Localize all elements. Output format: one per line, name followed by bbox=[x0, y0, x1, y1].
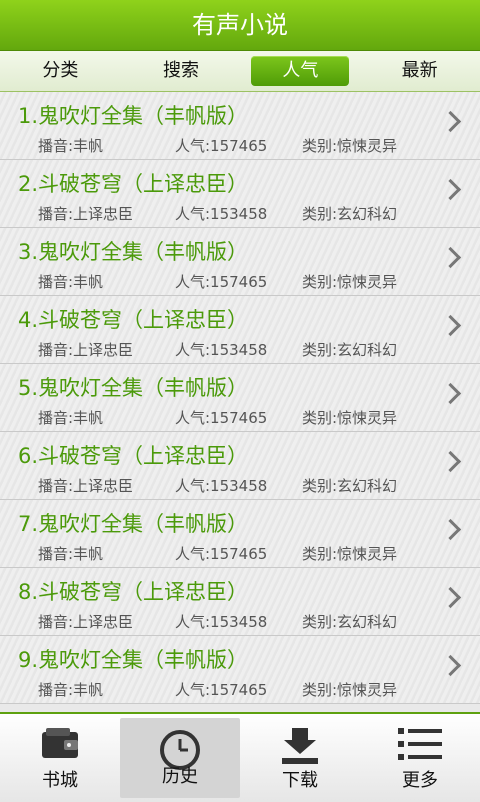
wallet-icon bbox=[42, 728, 78, 758]
novel-title: 1.鬼吹灯全集（丰帆版） bbox=[18, 104, 249, 128]
list-item[interactable]: 7.鬼吹灯全集（丰帆版） 播音:丰帆 人气:157465 类别:惊悚灵异 bbox=[0, 500, 480, 568]
nav-label: 历史 bbox=[162, 766, 198, 787]
chevron-right-icon bbox=[439, 382, 462, 405]
nav-bookstore[interactable]: 书城 bbox=[0, 714, 120, 802]
novel-title: 5.鬼吹灯全集（丰帆版） bbox=[18, 376, 249, 400]
narrator-label: 播音:丰帆 bbox=[38, 681, 104, 699]
narrator-label: 播音:丰帆 bbox=[38, 409, 104, 427]
chevron-right-icon bbox=[439, 314, 462, 337]
popularity-label: 人气:157465 bbox=[175, 681, 268, 699]
popularity-label: 人气:157465 bbox=[175, 545, 268, 563]
list-item[interactable]: 9.鬼吹灯全集（丰帆版） 播音:丰帆 人气:157465 类别:惊悚灵异 bbox=[0, 636, 480, 704]
novel-title: 9.鬼吹灯全集（丰帆版） bbox=[18, 648, 249, 672]
narrator-label: 播音:上译忠臣 bbox=[38, 613, 134, 631]
chevron-right-icon bbox=[439, 178, 462, 201]
list-item[interactable]: 4.斗破苍穹（上译忠臣） 播音:上译忠臣 人气:153458 类别:玄幻科幻 bbox=[0, 296, 480, 364]
popularity-label: 人气:157465 bbox=[175, 409, 268, 427]
novel-title: 4.斗破苍穹（上译忠臣） bbox=[18, 308, 249, 332]
popularity-label: 人气:157465 bbox=[175, 273, 268, 291]
narrator-label: 播音:丰帆 bbox=[38, 545, 104, 563]
list-item[interactable]: 2.斗破苍穹（上译忠臣） 播音:上译忠臣 人气:153458 类别:玄幻科幻 bbox=[0, 160, 480, 228]
nav-label: 下载 bbox=[282, 770, 318, 791]
nav-more[interactable]: 更多 bbox=[360, 714, 480, 802]
list-icon bbox=[398, 728, 442, 760]
category-label: 类别:惊悚灵异 bbox=[302, 409, 398, 427]
category-label: 类别:玄幻科幻 bbox=[302, 477, 398, 495]
chevron-right-icon bbox=[439, 110, 462, 133]
popularity-label: 人气:153458 bbox=[175, 477, 268, 495]
novel-list[interactable]: 1.鬼吹灯全集（丰帆版） 播音:丰帆 人气:157465 类别:惊悚灵异 2.斗… bbox=[0, 92, 480, 712]
novel-title: 7.鬼吹灯全集（丰帆版） bbox=[18, 512, 249, 536]
chevron-right-icon bbox=[439, 246, 462, 269]
popularity-label: 人气:153458 bbox=[175, 341, 268, 359]
list-item[interactable]: 8.斗破苍穹（上译忠臣） 播音:上译忠臣 人气:153458 类别:玄幻科幻 bbox=[0, 568, 480, 636]
tab-latest[interactable]: 最新 bbox=[359, 56, 480, 86]
app-title: 有声小说 bbox=[192, 11, 288, 39]
category-label: 类别:惊悚灵异 bbox=[302, 545, 398, 563]
popularity-label: 人气:153458 bbox=[175, 205, 268, 223]
list-item[interactable]: 6.斗破苍穹（上译忠臣） 播音:上译忠臣 人气:153458 类别:玄幻科幻 bbox=[0, 432, 480, 500]
tab-search[interactable]: 搜索 bbox=[121, 56, 242, 86]
popularity-label: 人气:153458 bbox=[175, 613, 268, 631]
list-item[interactable]: 1.鬼吹灯全集（丰帆版） 播音:丰帆 人气:157465 类别:惊悚灵异 bbox=[0, 92, 480, 160]
category-label: 类别:惊悚灵异 bbox=[302, 273, 398, 291]
tab-bar: 分类 搜索 人气 最新 bbox=[0, 51, 480, 92]
download-icon bbox=[282, 728, 318, 764]
nav-label: 书城 bbox=[42, 770, 78, 791]
category-label: 类别:玄幻科幻 bbox=[302, 205, 398, 223]
nav-label: 更多 bbox=[402, 770, 438, 791]
chevron-right-icon bbox=[439, 654, 462, 677]
chevron-right-icon bbox=[439, 450, 462, 473]
novel-title: 6.斗破苍穹（上译忠臣） bbox=[18, 444, 249, 468]
nav-download[interactable]: 下载 bbox=[240, 714, 360, 802]
app-title-bar: 有声小说 bbox=[0, 0, 480, 51]
category-label: 类别:惊悚灵异 bbox=[302, 681, 398, 699]
chevron-right-icon bbox=[439, 518, 462, 541]
narrator-label: 播音:上译忠臣 bbox=[38, 341, 134, 359]
category-label: 类别:惊悚灵异 bbox=[302, 137, 398, 155]
novel-title: 3.鬼吹灯全集（丰帆版） bbox=[18, 240, 249, 264]
list-item[interactable]: 5.鬼吹灯全集（丰帆版） 播音:丰帆 人气:157465 类别:惊悚灵异 bbox=[0, 364, 480, 432]
popularity-label: 人气:157465 bbox=[175, 137, 268, 155]
chevron-right-icon bbox=[439, 586, 462, 609]
narrator-label: 播音:丰帆 bbox=[38, 137, 104, 155]
narrator-label: 播音:上译忠臣 bbox=[38, 205, 134, 223]
category-label: 类别:玄幻科幻 bbox=[302, 341, 398, 359]
novel-title: 2.斗破苍穹（上译忠臣） bbox=[18, 172, 249, 196]
bottom-nav: 书城 历史 下载 更多 bbox=[0, 712, 480, 802]
tab-category[interactable]: 分类 bbox=[0, 56, 121, 86]
nav-history[interactable]: 历史 bbox=[120, 718, 240, 798]
category-label: 类别:玄幻科幻 bbox=[302, 613, 398, 631]
narrator-label: 播音:上译忠臣 bbox=[38, 477, 134, 495]
narrator-label: 播音:丰帆 bbox=[38, 273, 104, 291]
list-item[interactable]: 3.鬼吹灯全集（丰帆版） 播音:丰帆 人气:157465 类别:惊悚灵异 bbox=[0, 228, 480, 296]
novel-title: 8.斗破苍穹（上译忠臣） bbox=[18, 580, 249, 604]
tab-popular[interactable]: 人气 bbox=[251, 56, 350, 86]
